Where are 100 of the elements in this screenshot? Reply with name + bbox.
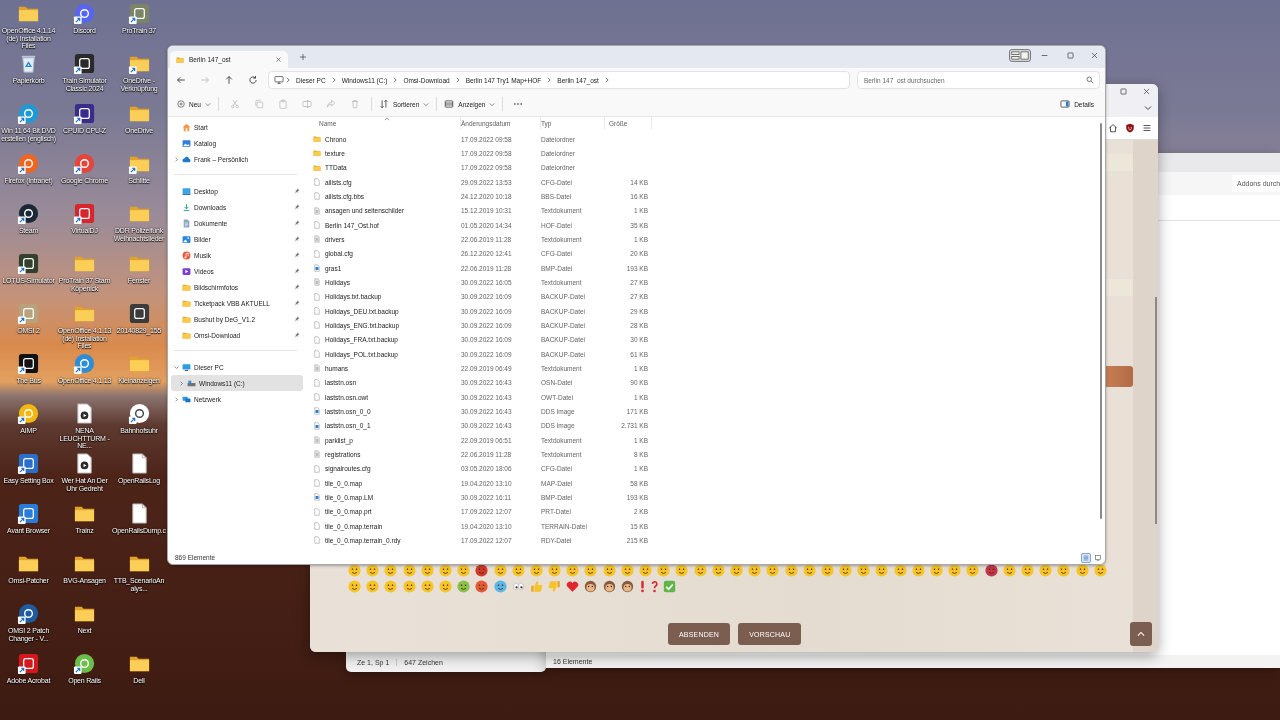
- chevron-right-icon[interactable]: [179, 380, 184, 386]
- smiley-face-icon[interactable]: [1020, 564, 1034, 577]
- smiley-face-icon[interactable]: [1057, 564, 1071, 577]
- app-circle-icon[interactable]: [73, 652, 96, 675]
- smiley-face-icon[interactable]: [420, 580, 434, 593]
- back-arrow-icon[interactable]: [176, 75, 186, 85]
- chevron-right-icon[interactable]: [454, 77, 461, 83]
- pin-icon[interactable]: [294, 220, 300, 226]
- smiley-face-icon[interactable]: [511, 564, 525, 577]
- close-icon[interactable]: [1142, 86, 1151, 96]
- pin-icon[interactable]: [294, 300, 300, 306]
- pin-icon[interactable]: [294, 204, 300, 210]
- smiley-face-icon[interactable]: [1093, 564, 1107, 577]
- maximize-icon[interactable]: [1065, 50, 1075, 60]
- smiley-face-icon[interactable]: [966, 564, 980, 577]
- chevron-right-icon[interactable]: [174, 156, 179, 162]
- smiley-face-icon[interactable]: [384, 580, 398, 593]
- chevron-down-icon[interactable]: [174, 364, 179, 370]
- pin-icon[interactable]: [294, 284, 300, 290]
- chevron-right-icon[interactable]: [285, 77, 291, 83]
- smiley-face-icon[interactable]: [529, 564, 543, 577]
- smiley-face-icon[interactable]: [1002, 564, 1016, 577]
- pin-icon[interactable]: [294, 332, 300, 338]
- smiley-face-icon[interactable]: [1075, 564, 1089, 577]
- smiley-face-icon[interactable]: [438, 564, 452, 577]
- smiley-face-icon[interactable]: [475, 580, 489, 593]
- smiley-face-icon[interactable]: [675, 564, 689, 577]
- chevron-right-icon[interactable]: [330, 77, 337, 83]
- smiley-face-icon[interactable]: [348, 580, 361, 593]
- search-icon[interactable]: [1086, 76, 1094, 84]
- smiley-face-icon[interactable]: [348, 564, 361, 577]
- chevron-right-icon[interactable]: [392, 77, 399, 83]
- smiley-face-icon[interactable]: [366, 580, 380, 593]
- smiley-face-icon[interactable]: [711, 564, 725, 577]
- details-view-icon[interactable]: [1081, 552, 1091, 563]
- smiley-face-icon[interactable]: [766, 564, 780, 577]
- smiley-face-icon[interactable]: [893, 564, 907, 577]
- smiley-face-icon[interactable]: [457, 580, 471, 593]
- smiley-face-icon[interactable]: [493, 580, 507, 593]
- exclamation-mark-icon[interactable]: [639, 580, 646, 593]
- smiley-face-icon[interactable]: [475, 564, 489, 577]
- maximize-icon[interactable]: [1119, 86, 1128, 96]
- check-mark-icon[interactable]: [663, 580, 677, 593]
- computer-icon[interactable]: [274, 75, 284, 85]
- smiley-face-icon[interactable]: [457, 564, 471, 577]
- smiley-face-icon[interactable]: [402, 580, 416, 593]
- eyes-icon[interactable]: [511, 580, 525, 593]
- smiley-face-icon[interactable]: [911, 564, 925, 577]
- smiley-face-icon[interactable]: [948, 564, 962, 577]
- app-circle-icon[interactable]: [17, 602, 40, 625]
- thumbs-down-icon[interactable]: [548, 580, 562, 593]
- smiley-face-icon[interactable]: [402, 564, 416, 577]
- smiley-face-icon[interactable]: [930, 564, 943, 577]
- chevron-right-icon[interactable]: [174, 396, 179, 402]
- chevron-up-icon[interactable]: [1136, 629, 1146, 639]
- monkey-face-icon[interactable]: [602, 580, 616, 593]
- pin-icon[interactable]: [294, 188, 300, 194]
- smiley-face-icon[interactable]: [584, 564, 598, 577]
- app-circle-icon[interactable]: [127, 402, 151, 425]
- smiley-face-icon[interactable]: [784, 564, 798, 577]
- input-field[interactable]: [1106, 279, 1133, 296]
- pin-icon[interactable]: [294, 252, 300, 258]
- smiley-face-icon[interactable]: [1039, 564, 1053, 577]
- smiley-face-icon[interactable]: [566, 564, 580, 577]
- smiley-face-icon[interactable]: [729, 564, 743, 577]
- monkey-face-icon[interactable]: [620, 580, 634, 593]
- more-options-icon[interactable]: [513, 102, 524, 106]
- shield-icon[interactable]: [1125, 123, 1135, 133]
- input-field[interactable]: [1106, 154, 1133, 171]
- smiley-face-icon[interactable]: [857, 564, 871, 577]
- smiley-face-icon[interactable]: [875, 564, 889, 577]
- smiley-face-icon[interactable]: [493, 564, 507, 577]
- smiley-face-icon[interactable]: [602, 564, 616, 577]
- app-circle-icon[interactable]: [17, 202, 40, 225]
- smiley-face-icon[interactable]: [548, 564, 562, 577]
- smiley-face-icon[interactable]: [384, 564, 398, 577]
- pin-icon[interactable]: [294, 316, 300, 322]
- smiley-face-icon[interactable]: [366, 564, 380, 577]
- close-icon[interactable]: [275, 56, 282, 63]
- thumbs-up-icon[interactable]: [529, 580, 543, 593]
- up-arrow-icon[interactable]: [224, 75, 234, 85]
- refresh-icon[interactable]: [248, 75, 258, 85]
- question-mark-icon[interactable]: [651, 580, 659, 593]
- smiley-face-icon[interactable]: [620, 564, 634, 577]
- scroll-to-top-button[interactable]: [1130, 622, 1152, 646]
- smiley-face-icon[interactable]: [420, 564, 434, 577]
- smiley-face-icon[interactable]: [657, 564, 671, 577]
- pin-icon[interactable]: [294, 268, 300, 274]
- smiley-face-icon[interactable]: [984, 564, 998, 577]
- smiley-face-icon[interactable]: [820, 564, 834, 577]
- heart-icon[interactable]: [566, 580, 580, 593]
- monkey-face-icon[interactable]: [584, 580, 598, 593]
- app-circle-icon[interactable]: [17, 402, 40, 425]
- chevron-down-icon[interactable]: [1144, 103, 1152, 112]
- scrollbar-thumb[interactable]: [1155, 297, 1157, 524]
- smiley-face-icon[interactable]: [748, 564, 762, 577]
- smiley-face-icon[interactable]: [693, 564, 707, 577]
- menu-icon[interactable]: [1142, 123, 1152, 133]
- tiles-view-icon[interactable]: [1093, 552, 1103, 563]
- smiley-face-icon[interactable]: [802, 564, 816, 577]
